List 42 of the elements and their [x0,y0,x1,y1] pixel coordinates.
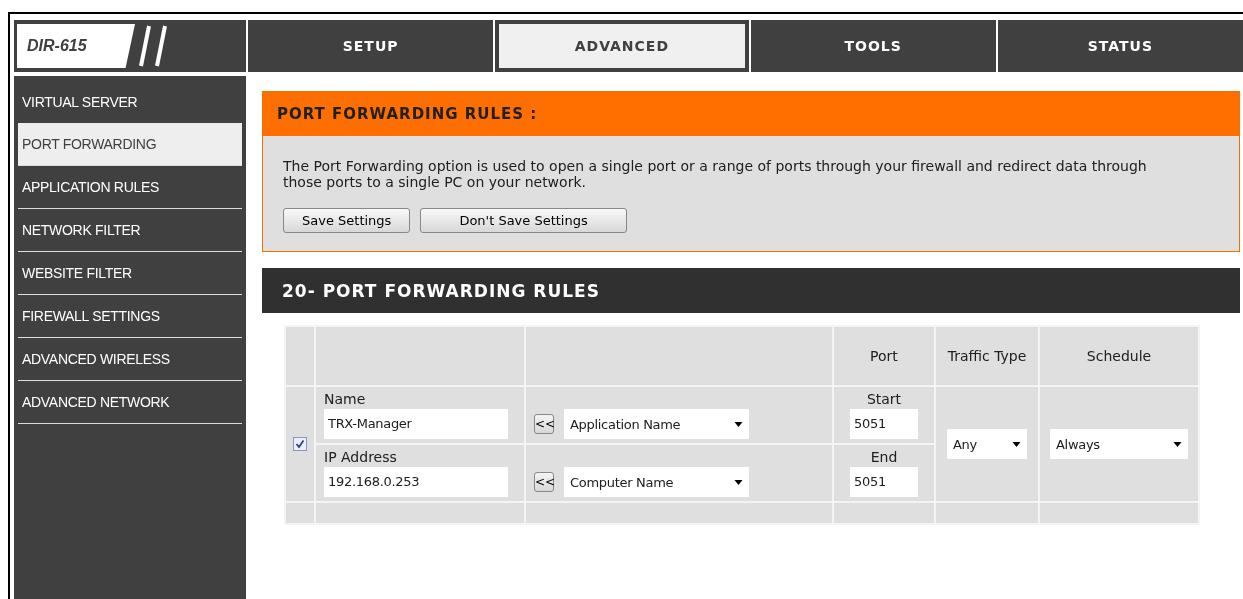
settings-button[interactable]: Save Settings [283,208,411,233]
caret-icon [1012,441,1021,447]
sidebar-item[interactable]: APPLICATION RULES [18,166,242,209]
copy-button[interactable]: << [534,414,554,434]
column-header: Traffic Type [936,327,1038,385]
end-port-field[interactable]: 5051 [850,467,918,497]
field-label: Name [324,390,367,409]
settings-button[interactable]: Don't Save Settings [420,208,627,233]
nav-tab[interactable]: SETUP [248,20,494,72]
nav-tab[interactable]: TOOLS [750,20,996,72]
sidebar-item[interactable]: ADVANCED WIRELESS [18,338,242,381]
ip-address-field[interactable]: 192.168.0.253 [324,467,508,497]
sidebar-item[interactable]: WEBSITE FILTER [18,252,242,295]
field-label: Start [865,390,903,409]
slashes-icon [139,24,169,68]
sidebar-item[interactable]: NETWORK FILTER [18,209,242,252]
sidebar-item[interactable]: ADVANCED NETWORK [18,381,242,424]
application-dropdown[interactable]: Application Name [564,409,749,439]
caret-icon [734,479,743,485]
start-port-field[interactable]: 5051 [850,409,918,439]
nav-tab[interactable]: ADVANCED [495,20,749,72]
field-label: IP Address [324,448,398,467]
checkbox[interactable] [293,437,307,451]
copy-button[interactable]: << [534,472,554,492]
description-text: The Port Forwarding option is used to open a single port or a range of ports through your firewall and redirect data through those ports to a single PC on your network. [283,158,1148,190]
traffic-type-dropdown[interactable]: Any [947,429,1027,459]
field-label: End [869,448,899,467]
nav-tab[interactable]: STATUS [997,20,1243,72]
panel-title: PORT FORWARDING RULES : [263,92,1239,136]
name-field[interactable]: TRX-Manager [324,409,508,439]
check-icon [295,439,305,449]
section-title: 20- PORT FORWARDING RULES [262,268,1240,313]
sidebar-item[interactable]: PORT FORWARDING [18,123,242,166]
column-header: Schedule [1040,327,1198,385]
sidebar-item[interactable]: FIREWALL SETTINGS [18,295,242,338]
column-header: Port [834,327,934,385]
caret-icon [1173,441,1182,447]
sidebar-item[interactable]: VIRTUAL SERVER [18,80,242,123]
computer-dropdown[interactable]: Computer Name [564,467,749,497]
caret-icon [734,421,743,427]
logo-badge: DIR-615 [17,24,135,68]
schedule-dropdown[interactable]: Always [1050,429,1188,459]
